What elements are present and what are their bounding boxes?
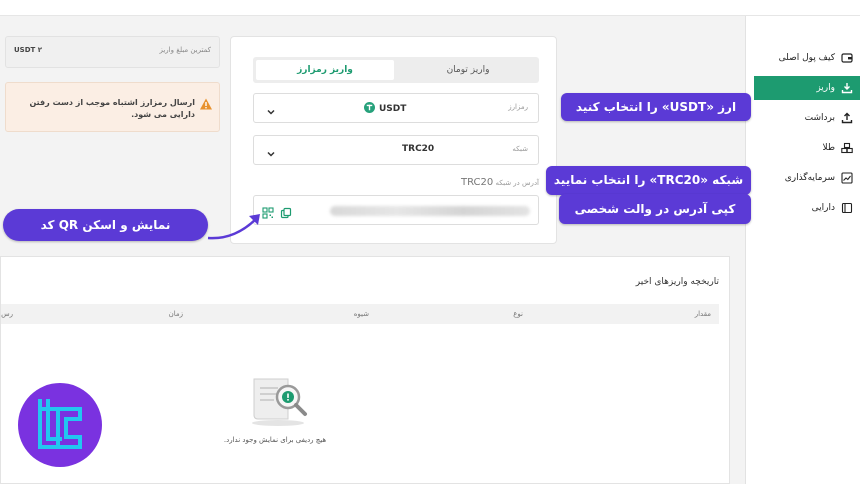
callout-select-network: شبکه «TRC20» را انتخاب نمایید <box>546 166 751 195</box>
blurred-address <box>330 206 530 216</box>
chart-icon <box>841 172 853 184</box>
network-select[interactable]: شبکه TRC20 <box>253 135 539 165</box>
sidebar-item-assets[interactable]: دارایی <box>754 196 860 220</box>
tab-toman-deposit[interactable]: واریز تومان <box>399 60 537 80</box>
deposit-card: واریز تومان واریز رمزارز رمزارز USDT شبک… <box>230 36 557 244</box>
sidebar-item-label: کیف پول اصلی <box>778 53 835 63</box>
sidebar-item-main-wallet[interactable]: کیف پول اصلی <box>754 46 860 70</box>
currency-select[interactable]: رمزارز USDT <box>253 93 539 123</box>
sidebar-item-label: سرمایه‌گذاری <box>784 173 835 183</box>
column-method: شیوه <box>353 310 369 318</box>
download-icon <box>841 82 853 94</box>
sidebar-item-label: واریز <box>816 83 835 93</box>
network-label: شبکه <box>512 145 528 153</box>
page: کیف پول اصلی واریز برداشت طلا سرمایه‌گذا… <box>0 0 860 484</box>
deposit-history: تاریخچه واریزهای اخیر مقدار نوع شیوه زما… <box>0 256 730 484</box>
brand-logo <box>18 383 102 467</box>
min-deposit-label: کمترین مبلغ واریز <box>159 46 211 54</box>
chevron-down-icon <box>266 144 276 157</box>
min-deposit-panel: کمترین مبلغ واریز USDT ۲ <box>5 36 220 68</box>
address-field <box>253 195 539 225</box>
wallet-icon <box>841 52 853 64</box>
column-type: نوع <box>513 310 523 318</box>
tc-logo-icon <box>38 399 82 449</box>
sidebar: کیف پول اصلی واریز برداشت طلا سرمایه‌گذا… <box>745 16 860 484</box>
min-deposit-value: USDT ۲ <box>14 46 43 54</box>
gold-bars-icon <box>841 142 853 154</box>
sidebar-item-label: دارایی <box>811 203 835 213</box>
sidebar-item-label: طلا <box>822 143 835 153</box>
currency-value-text: USDT <box>379 104 407 114</box>
sidebar-item-deposit[interactable]: واریز <box>754 76 860 100</box>
history-title: تاریخچه واریزهای اخیر <box>635 277 719 287</box>
warning-icon <box>199 96 213 110</box>
sidebar-item-withdraw[interactable]: برداشت <box>754 106 860 130</box>
address-label: آدرس در شبکه TRC20 <box>253 177 539 188</box>
address-label-prefix: آدرس در شبکه <box>495 179 539 187</box>
callout-select-currency: ارز «USDT» را انتخاب کنید <box>561 93 751 121</box>
warning-panel: ارسال رمزارز اشتباه موجب از دست رفتن دار… <box>5 82 220 132</box>
currency-label: رمزارز <box>508 103 528 111</box>
upload-icon <box>841 112 853 124</box>
sidebar-item-gold[interactable]: طلا <box>754 136 860 160</box>
tab-crypto-deposit[interactable]: واریز رمزارز <box>256 60 394 80</box>
column-time: زمان <box>168 310 183 318</box>
currency-value: USDT <box>364 102 406 116</box>
copy-icon[interactable] <box>280 204 292 219</box>
top-bar <box>0 0 860 16</box>
empty-state-illustration <box>244 373 316 429</box>
column-truncated: رس <box>1 310 13 318</box>
history-table-header: مقدار نوع شیوه زمان رس <box>1 304 719 324</box>
sidebar-item-investment[interactable]: سرمایه‌گذاری <box>754 166 860 190</box>
network-value: TRC20 <box>402 144 435 154</box>
assets-icon <box>841 202 853 214</box>
arrow-icon <box>207 214 260 240</box>
chevron-down-icon <box>266 102 276 115</box>
callout-qr-code: نمایش و اسکن QR کد <box>3 209 208 241</box>
tether-icon <box>364 102 375 116</box>
deposit-tabs: واریز تومان واریز رمزارز <box>253 57 539 83</box>
column-amount: مقدار <box>694 310 711 318</box>
warning-text: ارسال رمزارز اشتباه موجب از دست رفتن دار… <box>29 98 195 119</box>
empty-state-text: هیچ ردیفی برای نمایش وجود ندارد. <box>223 436 327 444</box>
address-label-network: TRC20 <box>460 177 494 188</box>
callout-copy-address: کپی آدرس در والت شخصی <box>559 194 751 224</box>
sidebar-item-label: برداشت <box>804 113 835 123</box>
